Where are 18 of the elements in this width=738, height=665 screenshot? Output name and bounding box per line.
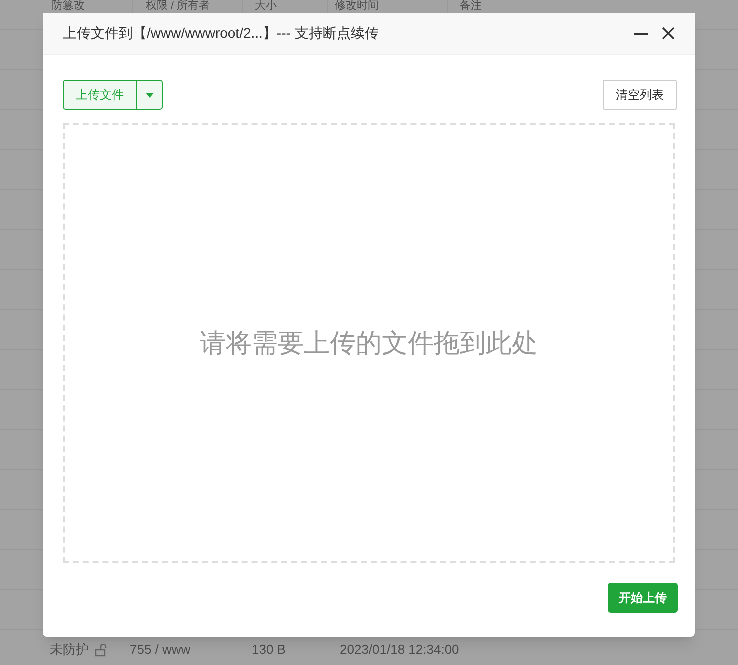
window-title: 上传文件到【/www/wwwroot/2...】--- 支持断点续传 [63, 24, 379, 43]
dropdown-button[interactable] [137, 80, 163, 110]
table-cell-text: 755 / www [130, 641, 192, 660]
column-header: 修改时间 [335, 0, 379, 12]
clear-list-button[interactable]: 清空列表 [603, 80, 677, 110]
column-header: 备注 [460, 0, 482, 12]
column-header: 权限 / 所有者 [146, 0, 210, 12]
upload-file-button[interactable]: 上传文件 [63, 80, 137, 110]
drop-zone[interactable]: 请将需要上传的文件拖到此处 [63, 123, 675, 563]
caret-icon [146, 92, 154, 98]
table-cell-text: 未防护 [50, 641, 90, 660]
start-upload-button[interactable]: 开始上传 [608, 583, 678, 613]
drop-hint: 请将需要上传的文件拖到此处 [200, 326, 538, 360]
close-icon[interactable] [662, 27, 675, 40]
table-cell-text: 130 B [252, 641, 287, 660]
column-header: 防篡改 [52, 0, 85, 12]
table-cell-text: 2023/01/18 12:34:00 [340, 641, 460, 660]
column-header: 大小 [255, 0, 277, 12]
